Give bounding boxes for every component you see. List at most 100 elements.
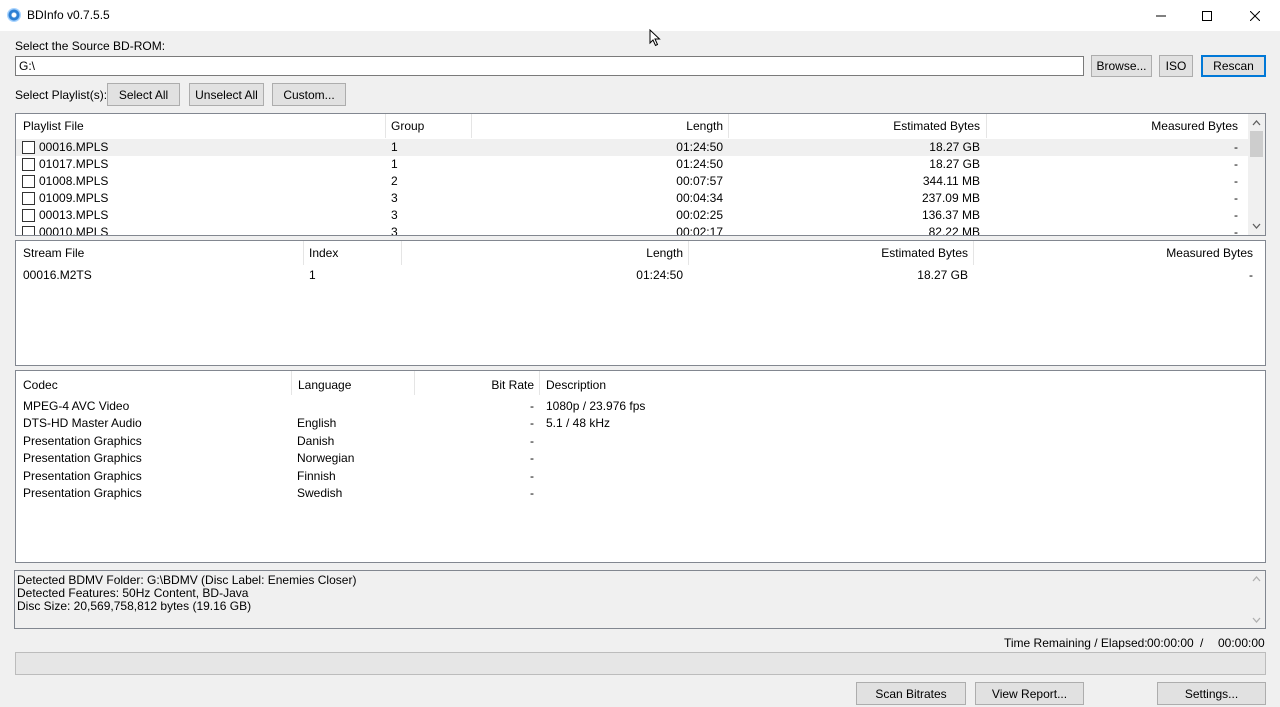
codec-bit-rate: - <box>530 416 534 431</box>
playlist-length: 01:24:50 <box>676 157 723 171</box>
iso-button[interactable]: ISO <box>1159 55 1193 77</box>
codec-language: Swedish <box>297 486 343 500</box>
codec-row[interactable]: Presentation Graphics Norwegian - <box>16 450 1265 467</box>
playlist-group: 3 <box>391 208 398 222</box>
playlist-group: 1 <box>391 140 398 154</box>
scan-bitrates-button[interactable]: Scan Bitrates <box>856 682 966 705</box>
scroll-thumb[interactable] <box>1250 131 1263 157</box>
playlist-group: 2 <box>391 174 398 188</box>
scroll-up-icon[interactable] <box>1252 575 1261 584</box>
playlist-checkbox[interactable] <box>22 158 35 171</box>
playlist-checkbox[interactable] <box>22 175 35 188</box>
playlist-group: 3 <box>391 225 398 236</box>
maximize-icon <box>1202 10 1212 21</box>
minimize-button[interactable] <box>1138 0 1184 31</box>
col-estimated-bytes[interactable]: Estimated Bytes <box>728 114 980 138</box>
info-scrollbar[interactable] <box>1248 571 1265 628</box>
codec-list[interactable]: Codec Language Bit Rate Description MPEG… <box>15 370 1266 563</box>
playlist-row[interactable]: 00010.MPLS 3 00:02:17 82.22 MB - <box>16 224 1249 236</box>
playlist-file: 01008.MPLS <box>39 174 109 188</box>
playlist-file: 00010.MPLS <box>39 225 109 236</box>
playlist-row[interactable]: 00016.MPLS 1 01:24:50 18.27 GB - <box>16 139 1249 156</box>
playlist-row[interactable]: 01017.MPLS 1 01:24:50 18.27 GB - <box>16 156 1249 173</box>
rescan-button[interactable]: Rescan <box>1201 55 1266 77</box>
playlist-estimated-bytes: 136.37 MB <box>921 208 980 222</box>
select-all-button[interactable]: Select All <box>107 83 180 106</box>
playlist-scrollbar[interactable] <box>1248 114 1265 235</box>
playlist-checkbox[interactable] <box>22 192 35 205</box>
view-report-button[interactable]: View Report... <box>975 682 1084 705</box>
scroll-down-icon[interactable] <box>1252 221 1261 230</box>
playlist-measured-bytes: - <box>1234 225 1238 236</box>
close-icon <box>1250 10 1260 21</box>
col-measured-bytes[interactable]: Measured Bytes <box>986 114 1238 138</box>
playlist-checkbox[interactable] <box>22 141 35 154</box>
scan-progress-bar <box>15 652 1266 675</box>
playlist-length: 00:07:57 <box>676 174 723 188</box>
codec-bit-rate: - <box>530 486 534 500</box>
codec-language: English <box>297 416 337 431</box>
codec-row[interactable]: Presentation Graphics Swedish - <box>16 485 1265 502</box>
col-bit-rate[interactable]: Bit Rate <box>414 373 534 397</box>
col-stream-file[interactable]: Stream File <box>23 241 84 265</box>
codec-name: Presentation Graphics <box>23 468 142 483</box>
source-label: Select the Source BD-ROM: <box>15 39 166 53</box>
playlist-estimated-bytes: 82.22 MB <box>928 225 980 236</box>
codec-bit-rate: - <box>530 468 534 483</box>
col-playlist-file[interactable]: Playlist File <box>23 114 84 138</box>
col-stream-estimated-bytes[interactable]: Estimated Bytes <box>688 241 968 265</box>
codec-name: DTS-HD Master Audio <box>23 416 142 431</box>
codec-row[interactable]: MPEG-4 AVC Video -1080p / 23.976 fps <box>16 398 1265 415</box>
playlist-measured-bytes: - <box>1234 174 1238 188</box>
stream-row[interactable]: 00016.M2TS 1 01:24:50 18.27 GB - <box>16 267 1265 284</box>
col-group[interactable]: Group <box>391 114 424 138</box>
close-button[interactable] <box>1232 0 1278 31</box>
playlist-file: 00016.MPLS <box>39 140 109 154</box>
playlist-length: 00:02:17 <box>676 225 723 236</box>
playlist-measured-bytes: - <box>1234 140 1238 154</box>
playlist-checkbox[interactable] <box>22 226 35 235</box>
col-stream-length[interactable]: Length <box>401 241 683 265</box>
source-path-input[interactable]: G:\ <box>15 56 1084 76</box>
playlist-file: 01009.MPLS <box>39 191 109 205</box>
unselect-all-button[interactable]: Unselect All <box>189 83 264 106</box>
playlist-row[interactable]: 01009.MPLS 3 00:04:34 237.09 MB - <box>16 190 1249 207</box>
time-label: Time Remaining / Elapsed: <box>1004 636 1148 650</box>
col-stream-measured-bytes[interactable]: Measured Bytes <box>973 241 1253 265</box>
playlist-list[interactable]: Playlist File Group Length Estimated Byt… <box>15 113 1266 236</box>
col-language[interactable]: Language <box>298 373 351 397</box>
scroll-down-icon[interactable] <box>1252 615 1261 624</box>
info-line: Disc Size: 20,569,758,812 bytes (19.16 G… <box>17 599 252 613</box>
codec-row[interactable]: Presentation Graphics Danish - <box>16 433 1265 450</box>
scroll-up-icon[interactable] <box>1252 119 1261 128</box>
time-elapsed: 00:00:00 <box>1218 636 1265 650</box>
custom-button[interactable]: Custom... <box>272 83 346 106</box>
settings-button[interactable]: Settings... <box>1157 682 1266 705</box>
playlist-measured-bytes: - <box>1234 191 1238 205</box>
browse-button[interactable]: Browse... <box>1091 55 1152 77</box>
stream-list[interactable]: Stream File Index Length Estimated Bytes… <box>15 240 1266 366</box>
maximize-button[interactable] <box>1184 0 1230 31</box>
codec-row[interactable]: DTS-HD Master Audio English -5.1 / 48 kHz <box>16 415 1265 432</box>
codec-name: Presentation Graphics <box>23 451 142 466</box>
playlist-checkbox[interactable] <box>22 209 35 222</box>
col-description[interactable]: Description <box>546 373 606 397</box>
codec-row[interactable]: Presentation Graphics Finnish - <box>16 468 1265 485</box>
playlist-group: 3 <box>391 191 398 205</box>
col-length[interactable]: Length <box>471 114 723 138</box>
playlist-file: 01017.MPLS <box>39 157 109 171</box>
time-remaining: 00:00:00 <box>1147 636 1194 650</box>
time-separator: / <box>1200 636 1204 650</box>
disc-info-textbox[interactable]: Detected BDMV Folder: G:\BDMV (Disc Labe… <box>14 570 1266 629</box>
codec-bit-rate: - <box>530 451 534 466</box>
col-codec[interactable]: Codec <box>23 373 58 397</box>
playlist-group: 1 <box>391 157 398 171</box>
playlist-row[interactable]: 00013.MPLS 3 00:02:25 136.37 MB - <box>16 207 1249 224</box>
stream-estimated-bytes: 18.27 GB <box>917 268 968 282</box>
col-index[interactable]: Index <box>309 241 338 265</box>
stream-length: 01:24:50 <box>636 268 683 282</box>
playlist-file: 00013.MPLS <box>39 208 109 222</box>
window-title: BDInfo v0.7.5.5 <box>27 8 110 22</box>
codec-description: 1080p / 23.976 fps <box>546 399 646 413</box>
playlist-row[interactable]: 01008.MPLS 2 00:07:57 344.11 MB - <box>16 173 1249 190</box>
